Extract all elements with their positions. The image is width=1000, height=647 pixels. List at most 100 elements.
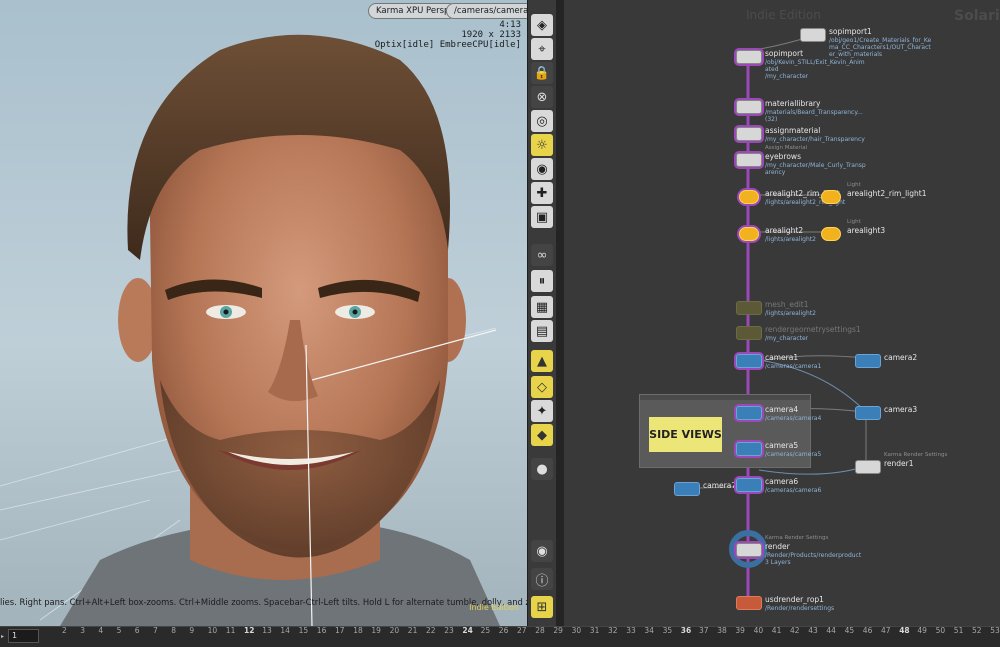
timeline-tick[interactable]: 35	[663, 626, 673, 635]
camera-node-icon[interactable]	[736, 478, 762, 492]
timeline-tick[interactable]: 42	[790, 626, 800, 635]
timeline-tick[interactable]: 9	[189, 626, 194, 635]
camera-node-icon[interactable]	[736, 406, 762, 420]
timeline-tick[interactable]: 33	[626, 626, 636, 635]
light-node-icon[interactable]	[821, 227, 841, 241]
timeline-tick[interactable]: 32	[608, 626, 618, 635]
timeline-tick[interactable]: 50	[936, 626, 946, 635]
timeline-tick[interactable]: 17	[335, 626, 345, 635]
light-node-icon[interactable]	[739, 227, 759, 241]
timeline-tick[interactable]: 43	[808, 626, 818, 635]
renderer-menu[interactable]: Karma XPU Persp	[368, 3, 458, 19]
ghost-icon[interactable]: ▦	[531, 296, 553, 318]
timeline-tick[interactable]: 19	[371, 626, 381, 635]
timeline-tick[interactable]: 36	[681, 626, 691, 635]
render-region-icon[interactable]: ▣	[531, 206, 553, 228]
timeline-tick[interactable]: 41	[772, 626, 782, 635]
camera-menu[interactable]: /cameras/camera4	[446, 3, 527, 19]
timeline-tick[interactable]: 48	[899, 626, 909, 635]
guides-icon[interactable]: ▲	[531, 350, 553, 372]
playhead-icon[interactable]: ▸	[1, 634, 6, 640]
timeline-tick[interactable]: 25	[481, 626, 491, 635]
camera-node-icon[interactable]	[736, 442, 762, 456]
timeline-tick[interactable]: 3	[80, 626, 85, 635]
background-icon[interactable]: ◇	[531, 376, 553, 398]
timeline-tick[interactable]: 14	[280, 626, 290, 635]
current-frame-field[interactable]: 1	[8, 629, 39, 643]
light-node-icon[interactable]	[739, 190, 759, 204]
network-editor[interactable]: Indie Edition Solaris SIDE VIEWS sopimpo…	[564, 0, 1000, 626]
timeline-tick[interactable]: 15	[299, 626, 309, 635]
timeline-tick[interactable]: 47	[881, 626, 891, 635]
camera-node-icon[interactable]	[674, 482, 700, 496]
view-visibility-icon[interactable]: ●	[531, 458, 553, 480]
timeline-tick[interactable]: 23	[444, 626, 454, 635]
node-body[interactable]	[736, 127, 762, 141]
timeline-tick[interactable]: 53	[990, 626, 1000, 635]
timeline-tick[interactable]: 27	[517, 626, 527, 635]
node-body[interactable]	[736, 153, 762, 167]
timeline-tick[interactable]: 2	[62, 626, 67, 635]
timeline-tick[interactable]: 24	[462, 626, 472, 635]
sticky-note[interactable]: SIDE VIEWS	[649, 417, 722, 452]
timeline-tick[interactable]: 26	[499, 626, 509, 635]
timeline-tick[interactable]: 52	[972, 626, 982, 635]
timeline-tick[interactable]: 45	[845, 626, 855, 635]
node-body[interactable]	[736, 100, 762, 114]
timeline-tick[interactable]: 5	[117, 626, 122, 635]
timeline-tick[interactable]: 29	[553, 626, 563, 635]
light-node-icon[interactable]	[821, 190, 841, 204]
display-options-icon[interactable]: ◈	[531, 14, 553, 36]
snapshot-icon[interactable]: ◆	[531, 424, 553, 446]
camera-node-icon[interactable]	[855, 354, 881, 368]
info-icon[interactable]: ⓘ	[531, 568, 553, 590]
node-body[interactable]	[736, 50, 762, 64]
headlight-icon[interactable]: ◉	[531, 158, 553, 180]
link-icon[interactable]: ∞	[531, 244, 553, 266]
camera-node-icon[interactable]	[736, 354, 762, 368]
timeline-tick[interactable]: 12	[244, 626, 254, 635]
layout-icon[interactable]: ⊞	[531, 596, 553, 618]
shading-icon[interactable]: ✚	[531, 182, 553, 204]
timeline-tick[interactable]: 22	[426, 626, 436, 635]
grid-icon[interactable]: ✦	[531, 400, 553, 422]
timeline-tick[interactable]: 11	[226, 626, 236, 635]
timeline-tick[interactable]: 49	[917, 626, 927, 635]
pause-render-icon[interactable]: ⏸	[531, 270, 553, 292]
timeline-tick[interactable]: 28	[535, 626, 545, 635]
network-box-header[interactable]	[640, 395, 810, 400]
camera-look-icon[interactable]: ◎	[531, 110, 553, 132]
timeline-tick[interactable]: 10	[208, 626, 218, 635]
timeline-tick[interactable]: 18	[353, 626, 363, 635]
timeline-tick[interactable]: 21	[408, 626, 418, 635]
node-body[interactable]	[736, 543, 762, 557]
timeline-tick[interactable]: 20	[390, 626, 400, 635]
timeline-tick[interactable]: 16	[317, 626, 327, 635]
node-body[interactable]	[800, 28, 826, 42]
timeline-tick[interactable]: 7	[153, 626, 158, 635]
timeline-tick[interactable]: 13	[262, 626, 272, 635]
display-geometry-icon[interactable]: ▤	[531, 320, 553, 342]
timeline-tick[interactable]: 51	[954, 626, 964, 635]
lock-camera-icon[interactable]: 🔒	[531, 62, 553, 84]
node-body[interactable]	[736, 326, 762, 340]
scene-viewport[interactable]: Karma XPU Persp /cameras/camera4 4:13 19…	[0, 0, 527, 626]
disable-selection-icon[interactable]: ⊗	[531, 86, 553, 108]
node-body[interactable]	[736, 301, 762, 315]
timeline-tick[interactable]: 40	[754, 626, 764, 635]
timeline-tick[interactable]: 38	[717, 626, 727, 635]
pane-divider[interactable]	[556, 0, 564, 626]
light-toggle-icon[interactable]: ☼	[531, 134, 553, 156]
timeline-tick[interactable]: 30	[572, 626, 582, 635]
timeline-tick[interactable]: 46	[863, 626, 873, 635]
timeline-tick[interactable]: 4	[98, 626, 103, 635]
timeline-tick[interactable]: 6	[135, 626, 140, 635]
timeline-tick[interactable]: 8	[171, 626, 176, 635]
timeline-tick[interactable]: 37	[699, 626, 709, 635]
node-body[interactable]	[855, 460, 881, 474]
timeline-tick[interactable]: 34	[644, 626, 654, 635]
timeline-tick[interactable]: 39	[735, 626, 745, 635]
timeline-tick[interactable]: 31	[590, 626, 600, 635]
eye-icon[interactable]: ◉	[531, 540, 553, 562]
camera-node-icon[interactable]	[855, 406, 881, 420]
